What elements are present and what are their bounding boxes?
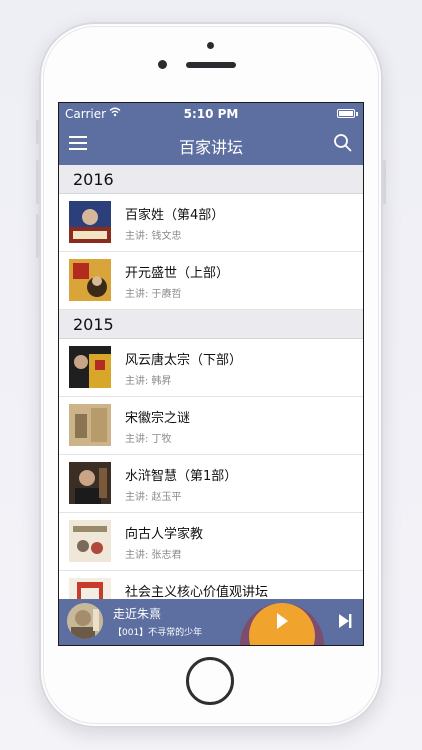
cover-thumbnail xyxy=(69,462,111,504)
search-icon[interactable] xyxy=(333,133,353,153)
skip-next-icon[interactable] xyxy=(337,613,353,629)
lecturer-label: 主讲: 赵玉平 xyxy=(125,492,182,503)
lecture-title: 百家姓（第4部） xyxy=(125,208,225,223)
mini-player[interactable]: 走近朱熹 【001】不寻常的少年 xyxy=(59,599,363,645)
list-item[interactable]: 风云唐太宗（下部） 主讲: 韩昇 xyxy=(59,339,363,397)
page-title: 百家讲坛 xyxy=(178,138,243,157)
now-playing-avatar xyxy=(67,603,103,639)
app-screen: Carrier 5:10 PM 百家讲坛 2016 百家姓（第4部） 主讲: 钱… xyxy=(58,102,364,646)
cover-thumbnail xyxy=(69,578,111,599)
list-item[interactable]: 向古人学家教 主讲: 张志君 xyxy=(59,513,363,571)
lecturer-label: 主讲: 韩昇 xyxy=(125,376,172,387)
lecture-title: 宋徽宗之谜 xyxy=(125,411,191,426)
lecture-title: 水浒智慧（第1部） xyxy=(125,469,238,484)
cover-thumbnail xyxy=(69,404,111,446)
list-item[interactable]: 开元盛世（上部） 主讲: 于赓哲 xyxy=(59,252,363,310)
power-button xyxy=(383,160,386,204)
status-time: 5:10 PM xyxy=(183,107,239,121)
front-camera xyxy=(158,60,167,69)
home-button[interactable] xyxy=(186,657,234,705)
battery-tip xyxy=(356,112,358,116)
lecture-title: 向古人学家教 xyxy=(125,527,204,542)
cover-thumbnail xyxy=(69,520,111,562)
lecture-title: 开元盛世（上部） xyxy=(125,266,230,281)
list-item[interactable]: 社会主义核心价值观讲坛 xyxy=(59,571,363,599)
list-item[interactable]: 水浒智慧（第1部） 主讲: 赵玉平 xyxy=(59,455,363,513)
play-icon xyxy=(277,613,288,629)
section-header-2016: 2016 xyxy=(59,165,363,194)
lecturer-label: 主讲: 钱文忠 xyxy=(125,231,182,242)
volume-down-button xyxy=(36,214,39,258)
earpiece-speaker xyxy=(186,62,236,68)
list-item[interactable]: 宋徽宗之谜 主讲: 丁牧 xyxy=(59,397,363,455)
now-playing-title: 走近朱熹 xyxy=(113,607,162,621)
now-playing-episode: 【001】不寻常的少年 xyxy=(113,628,203,638)
volume-up-button xyxy=(36,160,39,204)
proximity-sensor xyxy=(207,42,214,49)
list-item[interactable]: 百家姓（第4部） 主讲: 钱文忠 xyxy=(59,194,363,252)
lecture-list: 2016 百家姓（第4部） 主讲: 钱文忠 开元盛世（上部） 主讲: 于赓哲 2… xyxy=(59,165,363,599)
section-header-2015: 2015 xyxy=(59,310,363,339)
lecturer-label: 主讲: 于赓哲 xyxy=(125,289,182,300)
cover-thumbnail xyxy=(69,259,111,301)
status-bar: Carrier 5:10 PM xyxy=(59,103,363,125)
lecturer-label: 主讲: 丁牧 xyxy=(125,434,172,445)
lecturer-label: 主讲: 张志君 xyxy=(125,550,182,561)
mute-switch xyxy=(36,120,39,144)
cover-thumbnail xyxy=(69,346,111,388)
nav-header: Carrier 5:10 PM 百家讲坛 xyxy=(59,103,363,165)
lecture-title: 社会主义核心价值观讲坛 xyxy=(125,585,269,599)
lecture-title: 风云唐太宗（下部） xyxy=(125,353,243,368)
battery-icon xyxy=(337,109,355,118)
cover-thumbnail xyxy=(69,201,111,243)
